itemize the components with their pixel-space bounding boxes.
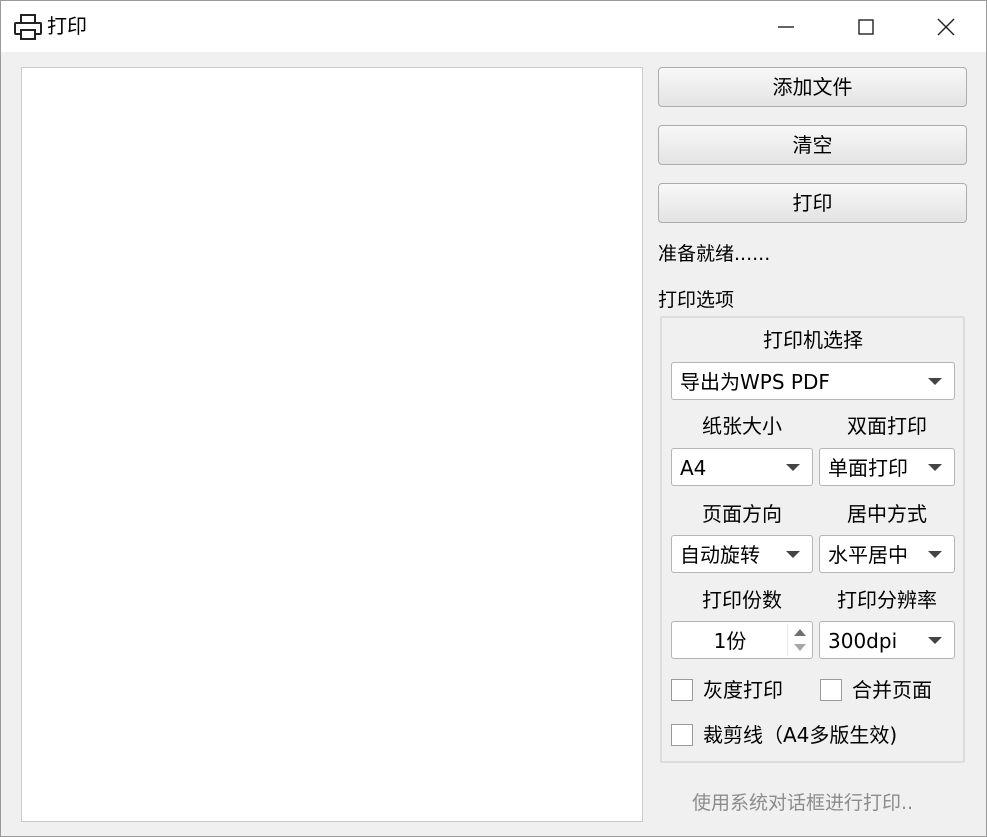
resolution-value: 300dpi xyxy=(828,629,898,653)
stepper-up-icon[interactable] xyxy=(794,629,806,636)
grayscale-label: 灰度打印 xyxy=(703,678,783,702)
paper-size-select[interactable]: A4 xyxy=(671,448,813,486)
maximize-icon xyxy=(858,19,874,35)
duplex-select[interactable]: 单面打印 xyxy=(819,448,955,486)
print-options-title: 打印选项 xyxy=(658,289,735,311)
close-icon xyxy=(937,18,955,36)
printer-select[interactable]: 导出为WPS PDF xyxy=(671,362,955,400)
merge-pages-label: 合并页面 xyxy=(852,678,932,702)
copies-stepper[interactable]: 1份 xyxy=(671,621,813,659)
orientation-value: 自动旋转 xyxy=(680,543,760,567)
system-dialog-link[interactable]: 使用系统对话框进行打印.. xyxy=(692,790,913,816)
duplex-label: 双面打印 xyxy=(847,414,927,438)
minimize-icon xyxy=(778,26,794,28)
title-bar: 打印 xyxy=(1,1,986,52)
resolution-select[interactable]: 300dpi xyxy=(819,621,955,659)
crop-marks-label: 裁剪线（A4多版生效) xyxy=(703,723,898,747)
add-file-button[interactable]: 添加文件 xyxy=(658,67,967,107)
print-button[interactable]: 打印 xyxy=(658,183,967,223)
stepper-down-icon[interactable] xyxy=(794,644,806,651)
printer-select-value: 导出为WPS PDF xyxy=(680,370,830,394)
chevron-down-icon xyxy=(928,464,942,471)
printer-select-label: 打印机选择 xyxy=(763,328,863,352)
grayscale-checkbox[interactable] xyxy=(671,679,693,701)
copies-value: 1份 xyxy=(713,629,747,653)
print-window: 打印 添加文件 清空 打印 准备就绪...... 打印选项 打印机选择 导出为W… xyxy=(0,0,987,837)
file-preview-area[interactable] xyxy=(21,67,643,822)
printer-icon xyxy=(13,13,43,41)
chevron-down-icon xyxy=(928,637,942,644)
merge-pages-checkbox[interactable] xyxy=(820,679,842,701)
maximize-button[interactable] xyxy=(826,1,906,52)
crop-marks-checkbox[interactable] xyxy=(671,724,693,746)
paper-size-label: 纸张大小 xyxy=(702,414,782,438)
center-mode-label: 居中方式 xyxy=(847,502,927,526)
paper-size-value: A4 xyxy=(680,456,707,480)
chevron-down-icon xyxy=(786,464,800,471)
status-text: 准备就绪...... xyxy=(658,243,771,265)
resolution-label: 打印分辨率 xyxy=(837,588,937,612)
clear-button[interactable]: 清空 xyxy=(658,125,967,165)
chevron-down-icon xyxy=(928,551,942,558)
center-mode-value: 水平居中 xyxy=(828,543,908,567)
minimize-button[interactable] xyxy=(746,1,826,52)
window-title: 打印 xyxy=(47,14,87,38)
chevron-down-icon xyxy=(786,551,800,558)
copies-label: 打印份数 xyxy=(702,588,782,612)
orientation-select[interactable]: 自动旋转 xyxy=(671,535,813,573)
close-button[interactable] xyxy=(906,1,986,52)
duplex-value: 单面打印 xyxy=(828,456,908,480)
stepper-divider xyxy=(787,624,788,656)
orientation-label: 页面方向 xyxy=(702,502,782,526)
center-mode-select[interactable]: 水平居中 xyxy=(819,535,955,573)
chevron-down-icon xyxy=(928,378,942,385)
